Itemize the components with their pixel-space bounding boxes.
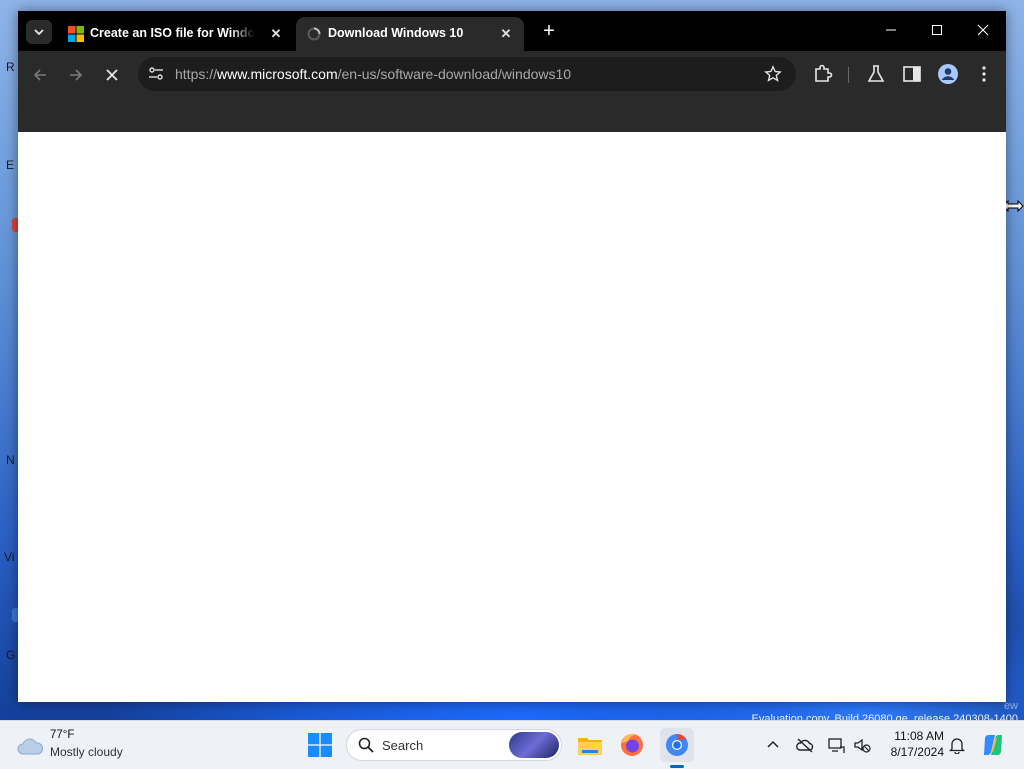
extensions-puzzle-icon[interactable] (812, 63, 834, 85)
profile-avatar-icon[interactable] (937, 63, 959, 85)
tab-download-windows[interactable]: Download Windows 10 ✕ (296, 17, 524, 51)
browser-toolbar: https://www.microsoft.com/en-us/software… (18, 51, 1006, 132)
search-icon (358, 737, 374, 753)
tab-title: Download Windows 10 (328, 26, 464, 40)
page-content-area[interactable] (18, 132, 1006, 702)
stop-loading-button[interactable] (100, 63, 124, 87)
taskbar-search-box[interactable]: Search (346, 729, 562, 761)
loading-spinner-icon (307, 27, 321, 41)
stop-x-icon (106, 69, 118, 81)
address-bar[interactable]: https://www.microsoft.com/en-us/software… (138, 57, 796, 91)
copilot-icon[interactable] (980, 732, 1006, 758)
tab-create-iso[interactable]: Create an ISO file for Windows 10 ✕ (58, 17, 294, 51)
clock-date: 8/17/2024 (890, 745, 944, 759)
network-display-icon[interactable] (828, 736, 846, 754)
url-text: https://www.microsoft.com/en-us/software… (175, 66, 572, 82)
minimize-icon (886, 29, 896, 31)
tab-strip: Create an ISO file for Windows 10 ✕ Down… (18, 11, 1006, 51)
system-clock[interactable]: 11:08 AM 8/17/2024 (880, 728, 944, 760)
desktop-icon-label: Vi (4, 550, 15, 564)
onedrive-offline-icon[interactable] (796, 736, 814, 754)
toolbar-separator (848, 67, 849, 83)
search-highlight-image (509, 732, 559, 758)
tab-close-icon[interactable]: ✕ (266, 24, 286, 44)
weather-widget[interactable]: 77°F Mostly cloudy (16, 727, 156, 763)
windows-start-icon[interactable] (308, 733, 332, 757)
microsoft-logo-icon (68, 26, 84, 42)
taskbar: 77°F Mostly cloudy Search 11:08 AM 8/17/… (0, 720, 1024, 769)
maximize-icon (932, 25, 942, 35)
arrow-right-icon (70, 69, 83, 81)
volume-muted-icon[interactable] (853, 736, 871, 754)
firefox-icon[interactable] (616, 729, 648, 761)
forward-button[interactable] (64, 63, 88, 87)
labs-flask-icon[interactable] (865, 63, 887, 85)
notification-bell-icon[interactable] (948, 736, 966, 754)
desktop-icon-label: R (6, 60, 15, 74)
side-panel-icon[interactable] (901, 63, 923, 85)
chevron-up-icon[interactable] (764, 736, 782, 754)
bookmark-star-icon[interactable] (764, 65, 782, 83)
close-window-button[interactable] (960, 11, 1006, 49)
cloud-icon (17, 738, 44, 755)
browser-window: Create an ISO file for Windows 10 ✕ Down… (18, 11, 1006, 702)
chevron-down-icon (34, 29, 44, 36)
close-icon (977, 24, 989, 36)
desktop-icon-label: G (6, 648, 16, 662)
arrow-left-icon (33, 69, 46, 81)
weather-condition: Mostly cloudy (50, 745, 123, 759)
back-button[interactable] (28, 63, 52, 87)
file-explorer-icon[interactable] (574, 729, 606, 761)
tab-search-button[interactable] (26, 20, 52, 44)
tab-close-icon[interactable]: ✕ (496, 24, 516, 44)
kebab-menu-icon[interactable] (973, 63, 995, 85)
new-tab-button[interactable]: + (538, 20, 560, 42)
desktop-icon-label: N (6, 453, 15, 467)
maximize-button[interactable] (914, 11, 960, 49)
search-label: Search (382, 738, 424, 753)
minimize-button[interactable] (868, 11, 914, 49)
tab-title: Create an ISO file for Windows 10 (90, 26, 255, 40)
site-info-tune-icon[interactable] (148, 66, 164, 82)
weather-temperature: 77°F (50, 729, 75, 741)
desktop-icon-label: E (6, 158, 15, 172)
clock-time: 11:08 AM (894, 729, 944, 743)
chrome-icon[interactable] (661, 729, 693, 761)
